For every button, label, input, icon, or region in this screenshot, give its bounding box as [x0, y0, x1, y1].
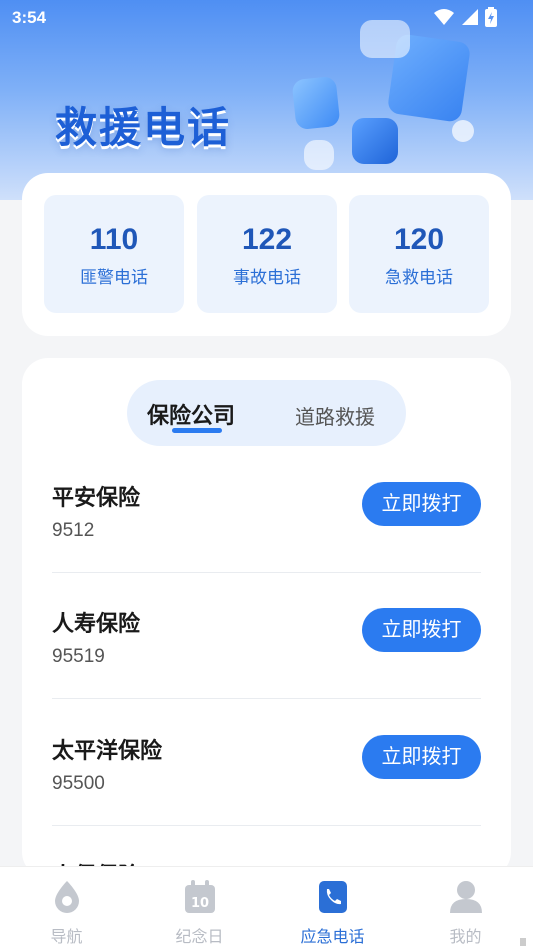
list-item: 人寿保险 95519 立即拨打 — [52, 606, 481, 732]
user-icon — [449, 881, 482, 913]
navigation-icon — [54, 881, 79, 913]
divider — [52, 825, 481, 826]
status-time: 3:54 — [12, 8, 47, 27]
status-bar: 3:54 — [0, 0, 533, 36]
nav-label: 纪念日 — [175, 927, 224, 946]
nav-label: 应急电话 — [300, 927, 365, 946]
hotline-number: 110 — [89, 223, 139, 256]
call-button[interactable]: 立即拨打 — [362, 608, 481, 652]
insurer-name: 平安保险 — [52, 486, 141, 511]
nav-item-anniversary[interactable]: 10 纪念日 — [133, 879, 266, 947]
nav-handle — [520, 938, 526, 946]
tab-road-rescue[interactable]: 道路救援 — [295, 401, 375, 430]
wifi-icon — [434, 9, 454, 25]
bottom-nav: 导航 10 纪念日 应急电话 我的 — [0, 866, 533, 948]
call-button[interactable]: 立即拨打 — [362, 482, 481, 526]
hotline-number: 120 — [393, 223, 445, 256]
insurer-phone: 95500 — [52, 773, 105, 794]
insurer-card: 保险公司 道路救援 平安保险 9512 立即拨打 人寿保险 95519 立即拨打… — [22, 358, 511, 878]
svg-text:10: 10 — [190, 896, 208, 911]
calendar-icon: 10 — [184, 880, 215, 913]
decor-chart-tile — [304, 140, 334, 170]
hotline-number: 122 — [241, 223, 293, 256]
nav-item-emergency[interactable]: 应急电话 — [266, 879, 399, 947]
insurer-phone: 9512 — [52, 520, 95, 541]
hotline-traffic[interactable]: 122 事故电话 — [197, 195, 337, 313]
insurer-name: 人寿保险 — [52, 612, 141, 637]
hotline-label: 匪警电话 — [80, 268, 148, 288]
decor-avatar-tile — [352, 118, 398, 164]
nav-item-profile[interactable]: 我的 — [399, 879, 532, 947]
hotline-card: 110 匪警电话 122 事故电话 120 急救电话 — [22, 173, 511, 336]
call-button[interactable]: 立即拨打 — [362, 735, 481, 779]
page-title: 救援电话 — [55, 103, 232, 152]
hotline-label: 事故电话 — [233, 268, 301, 288]
nav-label: 我的 — [449, 927, 482, 946]
nav-label: 导航 — [50, 927, 83, 946]
phone-icon — [318, 881, 347, 913]
tab-insurance[interactable]: 保险公司 — [147, 398, 235, 430]
hotline-police[interactable]: 110 匪警电话 — [44, 195, 184, 313]
tab-active-indicator — [172, 428, 222, 433]
insurer-phone: 95519 — [52, 646, 105, 667]
divider — [52, 572, 481, 573]
list-item: 太平洋保险 95500 立即拨打 — [52, 733, 481, 859]
list-item: 平安保险 9512 立即拨打 — [52, 480, 481, 606]
hotline-ambulance[interactable]: 120 急救电话 — [349, 195, 489, 313]
hotline-label: 急救电话 — [385, 268, 453, 288]
divider — [52, 698, 481, 699]
tab-switcher: 保险公司 道路救援 — [127, 380, 406, 446]
system-icons — [433, 7, 497, 27]
decor-orb — [452, 120, 474, 142]
insurer-name: 太平洋保险 — [52, 739, 163, 764]
decor-cube-small — [291, 75, 341, 131]
battery-icon — [485, 7, 497, 27]
signal-icon — [462, 9, 478, 25]
nav-item-navigation[interactable]: 导航 — [0, 879, 133, 947]
